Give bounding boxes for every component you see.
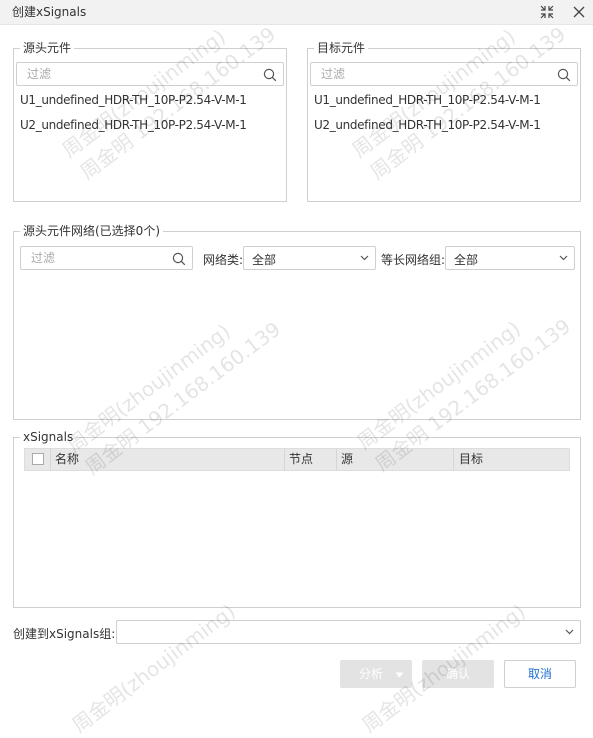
source-components-legend: 源头元件 (23, 41, 72, 55)
cancel-button[interactable]: 取消 (504, 660, 576, 688)
create-group-label: 创建到xSignals组: (13, 627, 116, 641)
watermark: 周金明(zhoujinming) (67, 599, 240, 738)
title-bar: 创建xSignals (0, 0, 593, 25)
equal-length-group-value: 全部 (454, 253, 479, 267)
target-components-filter[interactable] (310, 62, 578, 86)
chevron-down-icon (360, 255, 369, 261)
xsignals-table-header: 名称 节点 源 目标 (24, 448, 570, 471)
select-all-checkbox[interactable] (32, 453, 44, 465)
column-source-header[interactable]: 源 (341, 449, 353, 470)
caret-down-icon (395, 672, 404, 678)
source-components-filter[interactable] (16, 62, 284, 86)
column-name-header[interactable]: 名称 (55, 449, 79, 470)
source-component-item[interactable]: U1_undefined_HDR-TH_10P-P2.54-V-M-1 (20, 93, 247, 107)
target-component-item[interactable]: U1_undefined_HDR-TH_10P-P2.54-V-M-1 (314, 93, 541, 107)
target-components-filter-input[interactable] (311, 63, 577, 85)
column-nodes-header[interactable]: 节点 (289, 449, 313, 470)
window-title: 创建xSignals (12, 5, 87, 19)
chevron-down-icon (559, 255, 568, 261)
analyze-button[interactable]: 分析 (340, 660, 412, 688)
analyze-label: 分析 (358, 667, 383, 681)
xsignals-legend: xSignals (23, 430, 74, 444)
net-class-label: 网络类: (203, 253, 244, 267)
target-component-item[interactable]: U2_undefined_HDR-TH_10P-P2.54-V-M-1 (314, 118, 541, 132)
source-nets-filter[interactable] (20, 246, 193, 270)
net-class-select[interactable]: 全部 (243, 246, 376, 270)
net-class-value: 全部 (252, 253, 277, 267)
confirm-button[interactable]: 确认 (422, 660, 494, 688)
target-components-legend: 目标元件 (317, 41, 366, 55)
close-icon[interactable] (567, 0, 591, 24)
source-nets-filter-input[interactable] (21, 247, 192, 269)
search-icon[interactable] (263, 68, 277, 82)
column-target-header[interactable]: 目标 (459, 449, 483, 470)
search-icon[interactable] (172, 252, 186, 266)
equal-length-group-select[interactable]: 全部 (445, 246, 575, 270)
equal-length-group-label: 等长网络组: (381, 253, 446, 267)
search-icon[interactable] (557, 68, 571, 82)
chevron-down-icon (565, 629, 574, 635)
source-component-item[interactable]: U2_undefined_HDR-TH_10P-P2.54-V-M-1 (20, 118, 247, 132)
collapse-arrows-icon[interactable] (535, 0, 559, 24)
source-nets-legend: 源头元件网络(已选择0个) (23, 224, 160, 238)
create-group-select[interactable] (116, 620, 581, 644)
source-components-filter-input[interactable] (17, 63, 283, 85)
